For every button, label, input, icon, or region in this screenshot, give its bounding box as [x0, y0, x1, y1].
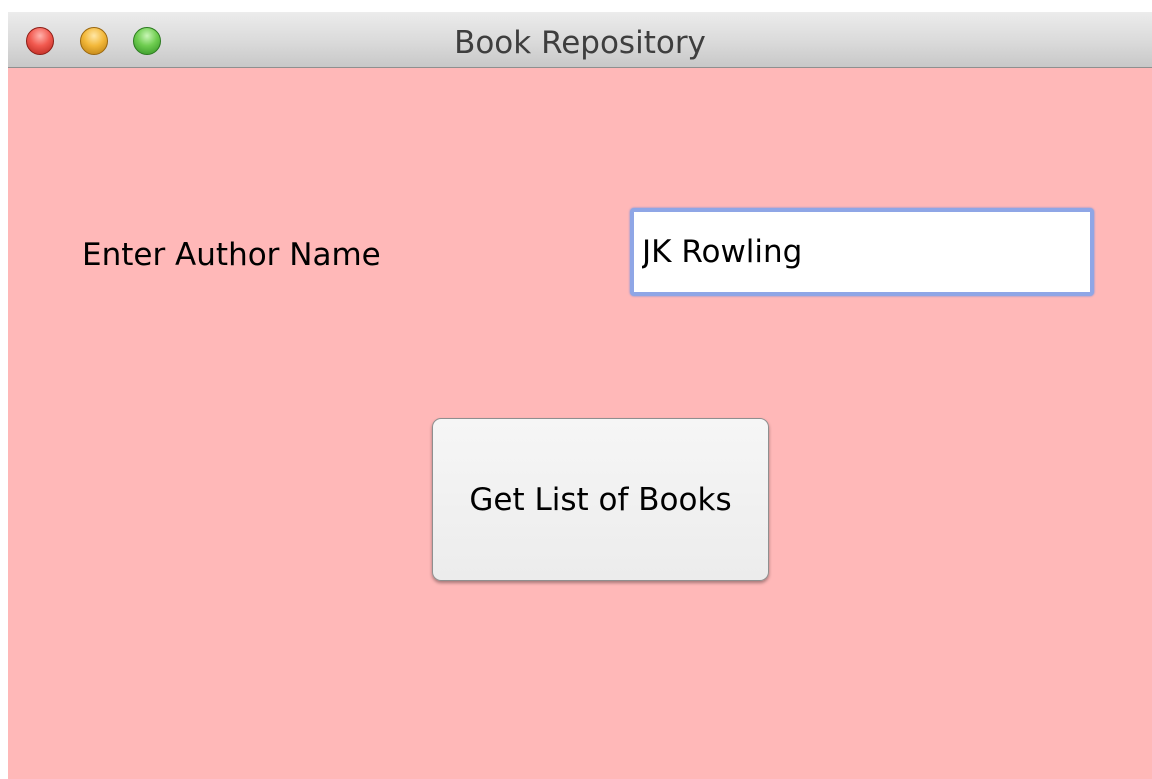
title-bar[interactable]: Book Repository: [8, 12, 1152, 68]
get-list-of-books-button[interactable]: Get List of Books: [432, 418, 769, 581]
app-window: Book Repository Enter Author Name Get Li…: [8, 12, 1152, 779]
author-name-label: Enter Author Name: [82, 237, 381, 273]
author-name-input[interactable]: [630, 208, 1094, 296]
window-title: Book Repository: [454, 25, 706, 61]
